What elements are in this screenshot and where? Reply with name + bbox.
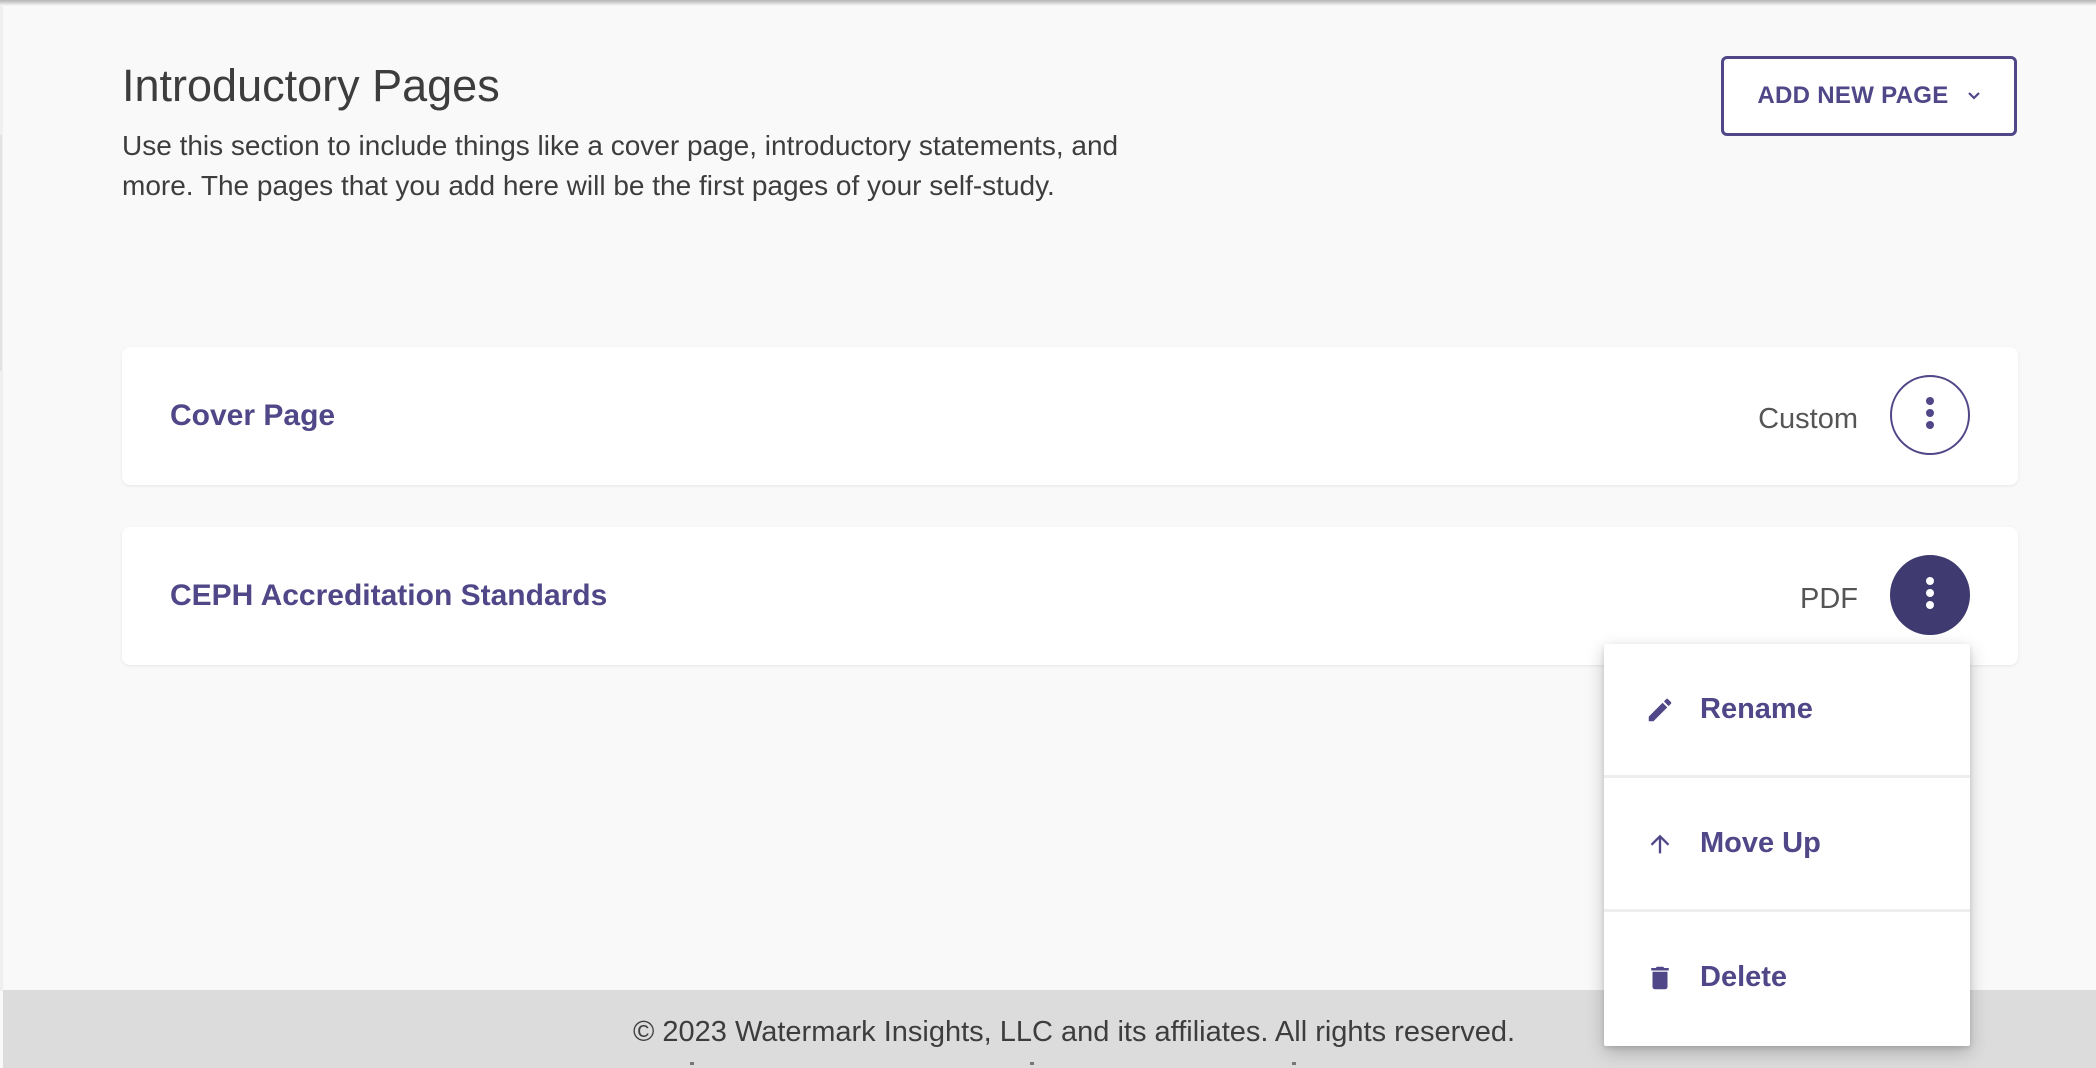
page-card-title[interactable]: Cover Page [170,399,335,433]
menu-item-label: Delete [1700,961,1788,993]
footer-link-separator [1030,1062,1034,1065]
page-title: Introductory Pages [122,60,500,111]
menu-item-label: Rename [1700,693,1813,725]
top-shadow [0,0,2096,6]
arrow-up-icon [1644,828,1676,860]
page-card-type: Custom [1758,402,1858,435]
trash-icon [1644,962,1676,994]
context-menu: Rename Move Up Delete [1604,644,1970,1046]
page: Introductory Pages Use this section to i… [0,0,2096,1068]
menu-item-move-up[interactable]: Move Up [1604,778,1970,909]
add-new-page-button[interactable]: ADD NEW PAGE [1721,56,2017,136]
menu-item-delete[interactable]: Delete [1604,912,1970,1043]
more-options-button[interactable] [1890,375,1970,455]
footer-link-separator [1292,1062,1296,1065]
menu-item-rename[interactable]: Rename [1604,644,1970,775]
footer-link-separator [690,1062,694,1065]
menu-item-label: Move Up [1700,827,1821,859]
more-options-button-active[interactable] [1890,555,1970,635]
page-card-title[interactable]: CEPH Accreditation Standards [170,579,607,613]
left-edge-mark [0,135,2,371]
page-description: Use this section to include things like … [122,130,1119,201]
chevron-down-icon [1967,91,1981,101]
add-new-page-label: ADD NEW PAGE [1757,82,1949,109]
kebab-icon [1925,576,1935,615]
page-card-type: PDF [1800,582,1858,615]
pencil-icon [1644,694,1676,726]
page-card-cover: Cover Page Custom [122,347,2018,485]
kebab-icon [1925,396,1935,435]
